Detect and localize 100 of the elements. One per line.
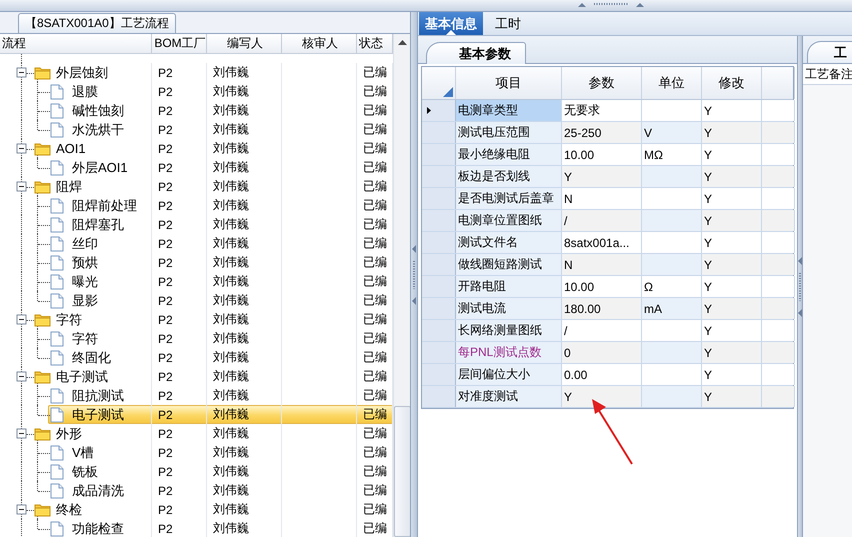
item-cell[interactable]: 每PNL测试点数 <box>456 342 562 363</box>
value-cell[interactable]: N <box>562 254 642 275</box>
tree-item-label[interactable]: 阻焊 <box>56 179 82 194</box>
tree-item-label[interactable]: 显影 <box>72 293 98 308</box>
value-cell[interactable]: 0 <box>562 342 642 363</box>
item-cell[interactable]: 测试电压范围 <box>456 122 562 143</box>
modify-cell[interactable]: Y <box>702 364 762 385</box>
item-cell[interactable]: 测试文件名 <box>456 232 562 253</box>
row-header[interactable] <box>422 254 456 275</box>
tree-item-label[interactable]: 终固化 <box>72 350 111 365</box>
row-header[interactable] <box>422 232 456 253</box>
collapse-icon[interactable] <box>16 369 27 384</box>
modify-cell[interactable]: Y <box>702 232 762 253</box>
row-header[interactable] <box>422 298 456 319</box>
row-header[interactable] <box>422 122 456 143</box>
panel-tab[interactable]: 基本参数 <box>426 42 526 64</box>
row-header[interactable] <box>422 342 456 363</box>
column-header[interactable]: 核审人 <box>282 34 357 53</box>
modify-cell[interactable]: Y <box>702 276 762 297</box>
value-cell[interactable]: N <box>562 188 642 209</box>
value-cell[interactable]: 180.00 <box>562 298 642 319</box>
tree-item-label[interactable]: 电子测试 <box>72 407 124 422</box>
value-cell[interactable]: / <box>562 320 642 341</box>
tree-item-label[interactable]: 铣板 <box>72 464 98 479</box>
unit-cell[interactable]: mA <box>642 298 702 319</box>
unit-cell[interactable] <box>642 210 702 231</box>
column-header[interactable]: BOM工厂 <box>152 34 207 53</box>
collapse-icon[interactable] <box>16 179 27 194</box>
unit-cell[interactable]: MΩ <box>642 144 702 165</box>
item-cell[interactable]: 长网络测量图纸 <box>456 320 562 341</box>
unit-cell[interactable] <box>642 386 702 407</box>
value-cell[interactable]: Y <box>562 166 642 187</box>
grip-icon[interactable] <box>798 256 802 316</box>
item-cell[interactable]: 最小绝缘电阻 <box>456 144 562 165</box>
collapse-icon[interactable] <box>16 502 27 517</box>
item-cell[interactable]: 是否电测试后盖章 <box>456 188 562 209</box>
collapse-icon[interactable] <box>16 141 27 156</box>
column-header[interactable]: 单位 <box>642 67 702 99</box>
scroll-thumb[interactable] <box>394 406 411 537</box>
row-header[interactable] <box>422 188 456 209</box>
collapse-icon[interactable] <box>16 426 27 441</box>
column-header[interactable]: 修改 <box>702 67 762 99</box>
modify-cell[interactable]: Y <box>702 320 762 341</box>
tree-item-label[interactable]: V槽 <box>72 445 94 460</box>
tab[interactable]: 基本信息 <box>419 12 483 35</box>
tree-item-label[interactable]: 退膜 <box>72 84 98 99</box>
unit-cell[interactable] <box>642 254 702 275</box>
collapse-icon[interactable] <box>16 65 27 80</box>
tree-item-label[interactable]: 阻抗测试 <box>72 388 124 403</box>
modify-cell[interactable]: Y <box>702 100 762 121</box>
tree-item-label[interactable]: 丝印 <box>72 236 98 251</box>
tree-item-label[interactable]: 电子测试 <box>56 369 108 384</box>
tree-item-label[interactable]: 阻焊塞孔 <box>72 217 124 232</box>
row-header[interactable] <box>422 210 456 231</box>
value-cell[interactable]: 10.00 <box>562 144 642 165</box>
row-header[interactable] <box>422 386 456 407</box>
tree-item-label[interactable]: 曝光 <box>72 274 98 289</box>
value-cell[interactable]: 25-250 <box>562 122 642 143</box>
modify-cell[interactable]: Y <box>702 342 762 363</box>
value-cell[interactable]: 10.00 <box>562 276 642 297</box>
value-cell[interactable]: Y <box>562 386 642 407</box>
modify-cell[interactable]: Y <box>702 210 762 231</box>
item-cell[interactable]: 做线圈短路测试 <box>456 254 562 275</box>
modify-cell[interactable]: Y <box>702 166 762 187</box>
tree-item-label[interactable]: 字符 <box>56 312 82 327</box>
row-header[interactable] <box>422 144 456 165</box>
column-header[interactable]: 项目 <box>456 67 562 99</box>
column-header[interactable]: 编写人 <box>207 34 282 53</box>
row-header[interactable] <box>422 100 456 121</box>
unit-cell[interactable] <box>642 342 702 363</box>
modify-cell[interactable]: Y <box>702 144 762 165</box>
tree-item-label[interactable]: 水洗烘干 <box>72 122 124 137</box>
item-cell[interactable]: 电测章位置图纸 <box>456 210 562 231</box>
modify-cell[interactable]: Y <box>702 298 762 319</box>
item-cell[interactable]: 对准度测试 <box>456 386 562 407</box>
value-cell[interactable]: / <box>562 210 642 231</box>
tree-item-label[interactable]: 外层蚀刻 <box>56 65 108 80</box>
unit-cell[interactable]: Ω <box>642 276 702 297</box>
item-cell[interactable]: 板边是否划线 <box>456 166 562 187</box>
tree-item-label[interactable]: 碱性蚀刻 <box>72 103 124 118</box>
tree-item-label[interactable]: 预烘 <box>72 255 98 270</box>
row-header[interactable] <box>422 364 456 385</box>
grip-icon[interactable] <box>412 244 416 304</box>
unit-cell[interactable]: V <box>642 122 702 143</box>
column-header[interactable]: 流程 <box>0 34 152 53</box>
tree-item-label[interactable]: AOI1 <box>56 141 86 156</box>
modify-cell[interactable]: Y <box>702 188 762 209</box>
column-header[interactable]: 参数 <box>562 67 642 99</box>
tree-item-label[interactable]: 外层AOI1 <box>72 160 128 175</box>
modify-cell[interactable]: Y <box>702 386 762 407</box>
tree-item-label[interactable]: 成品清洗 <box>72 483 124 498</box>
tree-item-label[interactable]: 字符 <box>72 331 98 346</box>
item-cell[interactable]: 电测章类型 <box>456 100 562 121</box>
value-cell[interactable]: 无要求 <box>562 100 642 121</box>
tree-item-label[interactable]: 功能检查 <box>72 521 124 536</box>
unit-cell[interactable] <box>642 166 702 187</box>
modify-cell[interactable]: Y <box>702 122 762 143</box>
row-header[interactable] <box>422 276 456 297</box>
collapse-icon[interactable] <box>16 312 27 327</box>
item-cell[interactable]: 测试电流 <box>456 298 562 319</box>
